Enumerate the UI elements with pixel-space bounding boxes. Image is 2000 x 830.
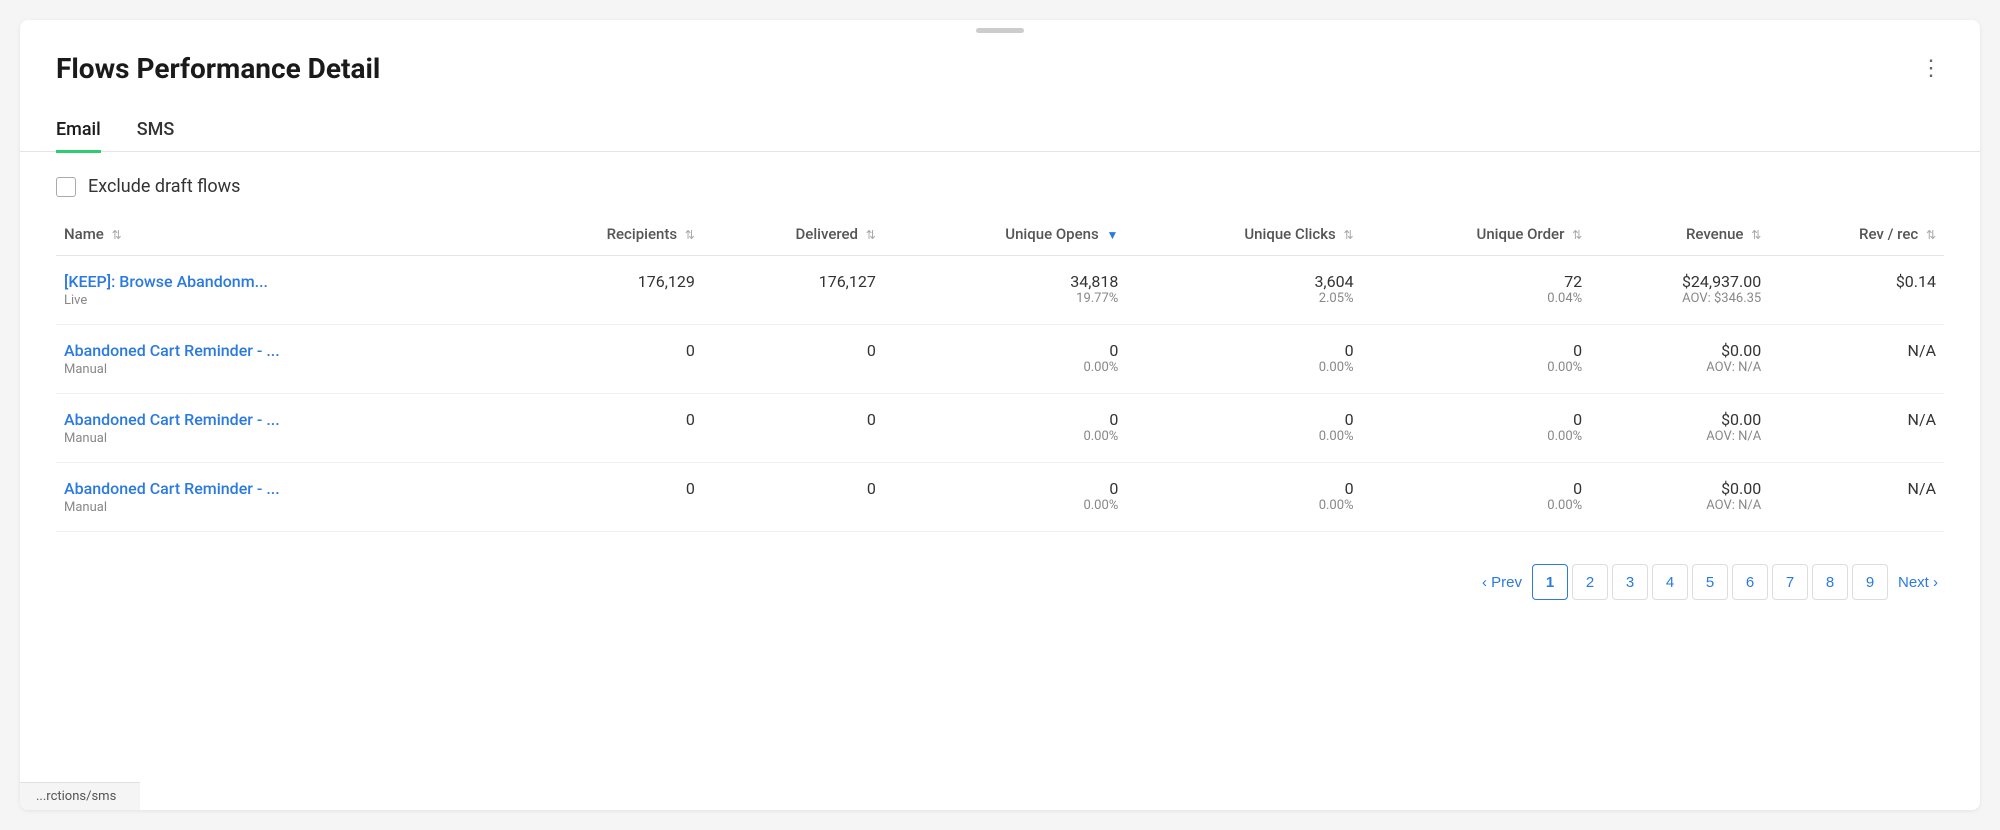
flow-status-2: Manual bbox=[64, 431, 499, 446]
table-header-row: Name ⇅ Recipients ⇅ Delivered ⇅ Unique O… bbox=[56, 213, 1944, 256]
col-unique-opens[interactable]: Unique Opens ▼ bbox=[884, 213, 1127, 256]
flow-name-link-1[interactable]: Abandoned Cart Reminder - ... bbox=[64, 341, 499, 360]
pagination: ‹ Prev 1 2 3 4 5 6 7 8 9 Next › bbox=[20, 532, 1980, 628]
cell-clicks-1: 0 0.00% bbox=[1126, 325, 1361, 394]
sort-name-icon: ⇅ bbox=[112, 228, 122, 242]
cell-delivered-2: 0 bbox=[703, 394, 884, 463]
prev-button[interactable]: ‹ Prev bbox=[1476, 564, 1528, 600]
cell-name-0: [KEEP]: Browse Abandonm... Live bbox=[56, 256, 507, 325]
filter-row: Exclude draft flows bbox=[20, 152, 1980, 213]
col-name[interactable]: Name ⇅ bbox=[56, 213, 507, 256]
sort-delivered-icon: ⇅ bbox=[866, 228, 876, 242]
cell-opens-1: 0 0.00% bbox=[884, 325, 1127, 394]
page-2-button[interactable]: 2 bbox=[1572, 564, 1608, 600]
cell-name-3: Abandoned Cart Reminder - ... Manual bbox=[56, 463, 507, 532]
sort-rev-rec-icon: ⇅ bbox=[1926, 228, 1936, 242]
table-row: [KEEP]: Browse Abandonm... Live 176,129 … bbox=[56, 256, 1944, 325]
flow-status-3: Manual bbox=[64, 500, 499, 515]
more-options-icon[interactable]: ⋮ bbox=[1920, 58, 1944, 80]
flow-name-link-2[interactable]: Abandoned Cart Reminder - ... bbox=[64, 410, 499, 429]
cell-revenue-3: $0.00 AOV: N/A bbox=[1590, 463, 1769, 532]
exclude-draft-checkbox[interactable] bbox=[56, 177, 76, 197]
flows-table: Name ⇅ Recipients ⇅ Delivered ⇅ Unique O… bbox=[56, 213, 1944, 532]
cell-opens-2: 0 0.00% bbox=[884, 394, 1127, 463]
cell-rev-rec-2: N/A bbox=[1769, 394, 1944, 463]
tab-bar: Email SMS bbox=[20, 93, 1980, 152]
page-6-button[interactable]: 6 bbox=[1732, 564, 1768, 600]
cell-orders-1: 0 0.00% bbox=[1362, 325, 1591, 394]
cell-revenue-0: $24,937.00 AOV: $346.35 bbox=[1590, 256, 1769, 325]
col-recipients[interactable]: Recipients ⇅ bbox=[507, 213, 703, 256]
next-button[interactable]: Next › bbox=[1892, 564, 1944, 600]
page-3-button[interactable]: 3 bbox=[1612, 564, 1648, 600]
col-rev-rec[interactable]: Rev / rec ⇅ bbox=[1769, 213, 1944, 256]
url-bar: ...rctions/sms bbox=[20, 782, 140, 810]
col-unique-clicks[interactable]: Unique Clicks ⇅ bbox=[1126, 213, 1361, 256]
table-row: Abandoned Cart Reminder - ... Manual 0 0… bbox=[56, 463, 1944, 532]
sort-recipients-icon: ⇅ bbox=[685, 228, 695, 242]
sort-unique-opens-icon: ▼ bbox=[1106, 228, 1118, 242]
col-unique-order[interactable]: Unique Order ⇅ bbox=[1362, 213, 1591, 256]
tab-email[interactable]: Email bbox=[56, 111, 101, 153]
cell-delivered-3: 0 bbox=[703, 463, 884, 532]
sort-unique-clicks-icon: ⇅ bbox=[1344, 228, 1354, 242]
cell-rev-rec-1: N/A bbox=[1769, 325, 1944, 394]
table-body: [KEEP]: Browse Abandonm... Live 176,129 … bbox=[56, 256, 1944, 532]
cell-clicks-0: 3,604 2.05% bbox=[1126, 256, 1361, 325]
flow-name-link-3[interactable]: Abandoned Cart Reminder - ... bbox=[64, 479, 499, 498]
drag-handle bbox=[976, 28, 1024, 33]
page-9-button[interactable]: 9 bbox=[1852, 564, 1888, 600]
flow-status-0: Live bbox=[64, 293, 499, 308]
table-wrap: Name ⇅ Recipients ⇅ Delivered ⇅ Unique O… bbox=[20, 213, 1980, 532]
col-revenue[interactable]: Revenue ⇅ bbox=[1590, 213, 1769, 256]
exclude-draft-label[interactable]: Exclude draft flows bbox=[56, 176, 240, 197]
page-4-button[interactable]: 4 bbox=[1652, 564, 1688, 600]
cell-recipients-3: 0 bbox=[507, 463, 703, 532]
cell-clicks-2: 0 0.00% bbox=[1126, 394, 1361, 463]
cell-recipients-2: 0 bbox=[507, 394, 703, 463]
cell-orders-3: 0 0.00% bbox=[1362, 463, 1591, 532]
page-5-button[interactable]: 5 bbox=[1692, 564, 1728, 600]
table-row: Abandoned Cart Reminder - ... Manual 0 0… bbox=[56, 325, 1944, 394]
cell-clicks-3: 0 0.00% bbox=[1126, 463, 1361, 532]
sort-revenue-icon: ⇅ bbox=[1751, 228, 1761, 242]
cell-recipients-1: 0 bbox=[507, 325, 703, 394]
cell-rev-rec-3: N/A bbox=[1769, 463, 1944, 532]
cell-delivered-0: 176,127 bbox=[703, 256, 884, 325]
cell-recipients-0: 176,129 bbox=[507, 256, 703, 325]
main-card: Flows Performance Detail ⋮ Email SMS Exc… bbox=[20, 20, 1980, 810]
page-7-button[interactable]: 7 bbox=[1772, 564, 1808, 600]
cell-opens-0: 34,818 19.77% bbox=[884, 256, 1127, 325]
sort-unique-order-icon: ⇅ bbox=[1572, 228, 1582, 242]
tab-sms[interactable]: SMS bbox=[137, 111, 175, 151]
col-delivered[interactable]: Delivered ⇅ bbox=[703, 213, 884, 256]
cell-revenue-1: $0.00 AOV: N/A bbox=[1590, 325, 1769, 394]
cell-revenue-2: $0.00 AOV: N/A bbox=[1590, 394, 1769, 463]
cell-name-2: Abandoned Cart Reminder - ... Manual bbox=[56, 394, 507, 463]
flow-status-1: Manual bbox=[64, 362, 499, 377]
cell-orders-2: 0 0.00% bbox=[1362, 394, 1591, 463]
cell-name-1: Abandoned Cart Reminder - ... Manual bbox=[56, 325, 507, 394]
page-title: Flows Performance Detail bbox=[56, 52, 380, 85]
cell-delivered-1: 0 bbox=[703, 325, 884, 394]
page-1-button[interactable]: 1 bbox=[1532, 564, 1568, 600]
cell-rev-rec-0: $0.14 bbox=[1769, 256, 1944, 325]
page-8-button[interactable]: 8 bbox=[1812, 564, 1848, 600]
cell-orders-0: 72 0.04% bbox=[1362, 256, 1591, 325]
flow-name-link-0[interactable]: [KEEP]: Browse Abandonm... bbox=[64, 272, 499, 291]
table-row: Abandoned Cart Reminder - ... Manual 0 0… bbox=[56, 394, 1944, 463]
cell-opens-3: 0 0.00% bbox=[884, 463, 1127, 532]
